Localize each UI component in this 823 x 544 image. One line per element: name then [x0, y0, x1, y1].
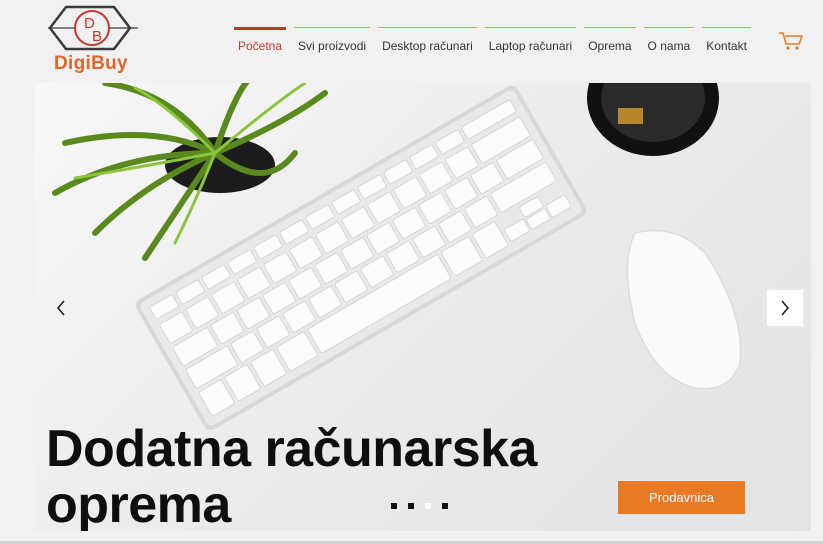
slide-dot-4[interactable]	[442, 503, 448, 509]
nav-item-oprema[interactable]: Oprema	[582, 27, 637, 63]
shop-button[interactable]: Prodavnica	[618, 481, 745, 514]
nav-item-desktop-racunari[interactable]: Desktop računari	[376, 27, 479, 63]
brand-name[interactable]: DigiBuy	[54, 53, 128, 75]
coffee-cup-illustration	[587, 83, 719, 156]
slide-indicators	[391, 503, 448, 509]
slide-dot-1[interactable]	[391, 503, 397, 509]
nav-item-laptop-racunari[interactable]: Laptop računari	[483, 27, 578, 63]
hero-slideshow: Dodatna računarska oprema Prodavnica	[35, 83, 811, 531]
logo-letter-b: B	[92, 28, 102, 45]
shopping-cart-icon	[779, 32, 803, 50]
nav-item-o-nama[interactable]: O nama	[642, 27, 697, 63]
nav-item-pocetna[interactable]: Početna	[232, 27, 288, 63]
slide-dot-2[interactable]	[408, 503, 414, 509]
slide-dot-3[interactable]	[425, 503, 431, 509]
site-header: D B DigiBuy Početna Svi proizvodi Deskto…	[0, 0, 823, 83]
chevron-left-icon	[56, 300, 65, 316]
cart-button[interactable]	[778, 30, 804, 52]
mouse-illustration	[626, 229, 742, 390]
hero-title: Dodatna računarska oprema	[46, 420, 537, 531]
chevron-right-icon	[781, 300, 790, 316]
main-nav: Početna Svi proizvodi Desktop računari L…	[232, 27, 757, 63]
next-slide-button[interactable]	[767, 290, 803, 326]
nav-item-svi-proizvodi[interactable]: Svi proizvodi	[292, 27, 372, 63]
prev-slide-button[interactable]	[43, 290, 79, 326]
nav-item-kontakt[interactable]: Kontakt	[700, 27, 753, 63]
